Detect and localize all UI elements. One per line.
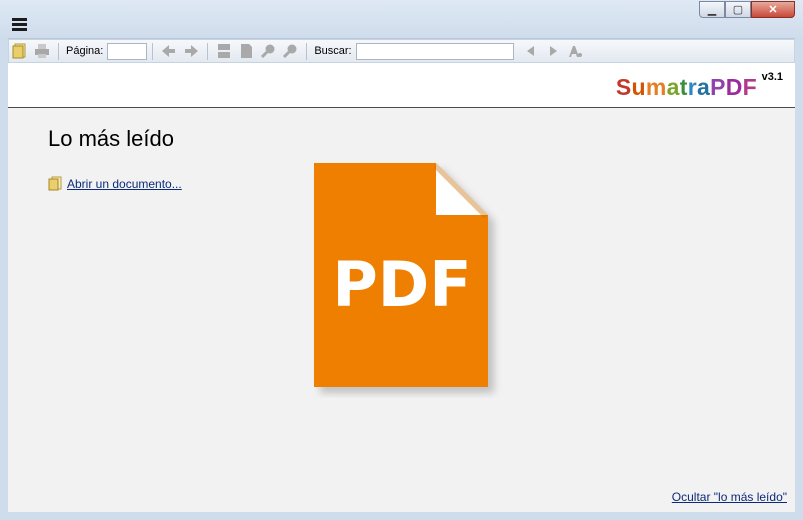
logo-letter: a xyxy=(696,74,711,100)
logo-banner: SumatraPDF v3.1 xyxy=(8,63,795,108)
match-case-icon[interactable] xyxy=(566,42,584,60)
minimize-button[interactable]: ▁ xyxy=(699,1,725,18)
logo-letter: F xyxy=(742,74,757,100)
zoom-out-icon[interactable] xyxy=(259,42,277,60)
open-document-text[interactable]: Abrir un documento... xyxy=(67,177,182,191)
toolbar: Página: Buscar: xyxy=(8,39,795,63)
open-document-link[interactable]: Abrir un documento... xyxy=(48,176,182,191)
hide-frequently-read-link[interactable]: Ocultar "lo más leído" xyxy=(672,490,787,504)
toolbar-separator xyxy=(306,42,308,60)
maximize-button[interactable]: ▢ xyxy=(725,1,751,18)
open-file-icon[interactable] xyxy=(11,42,29,60)
fit-width-icon[interactable] xyxy=(237,42,255,60)
find-next-icon[interactable] xyxy=(544,42,562,60)
find-previous-icon[interactable] xyxy=(522,42,540,60)
logo-letter: m xyxy=(645,74,667,100)
zoom-in-icon[interactable] xyxy=(281,42,299,60)
window-controls: ▁ ▢ ✕ xyxy=(699,1,795,18)
fit-page-icon[interactable] xyxy=(215,42,233,60)
toolbar-separator xyxy=(58,42,59,60)
logo-letter: a xyxy=(666,74,680,100)
logo-letter: r xyxy=(687,74,697,100)
window-frame-left xyxy=(0,38,8,520)
logo-letter: P xyxy=(710,74,726,100)
title-bar: ▁ ▢ ✕ xyxy=(0,0,803,39)
toolbar-separator xyxy=(152,42,154,60)
previous-page-icon[interactable] xyxy=(160,42,178,60)
print-icon[interactable] xyxy=(33,42,51,60)
page-label: Página: xyxy=(66,45,104,57)
version-label: v3.1 xyxy=(761,71,783,83)
search-label: Buscar: xyxy=(314,45,352,57)
logo-letter: D xyxy=(725,74,743,100)
start-page: Lo más leído Abrir un documento... PDF O… xyxy=(8,108,795,512)
sumatrapdf-logo: SumatraPDF xyxy=(616,74,757,101)
toolbar-separator xyxy=(207,42,209,60)
close-button[interactable]: ✕ xyxy=(751,1,795,18)
pdf-icon-label: PDF xyxy=(332,248,471,321)
logo-letter: u xyxy=(631,74,646,100)
logo-letter: t xyxy=(679,74,688,100)
next-page-icon[interactable] xyxy=(182,42,200,60)
pdf-document-icon: PDF xyxy=(314,163,494,393)
page-title: Lo más leído xyxy=(48,126,174,151)
open-folder-icon xyxy=(48,176,62,191)
window-frame-bottom xyxy=(0,512,803,520)
hamburger-menu-icon[interactable] xyxy=(12,18,27,31)
logo-letter: S xyxy=(615,74,632,100)
search-input[interactable] xyxy=(355,42,514,60)
window-frame-right xyxy=(795,38,803,520)
page-number-input[interactable] xyxy=(107,42,148,60)
